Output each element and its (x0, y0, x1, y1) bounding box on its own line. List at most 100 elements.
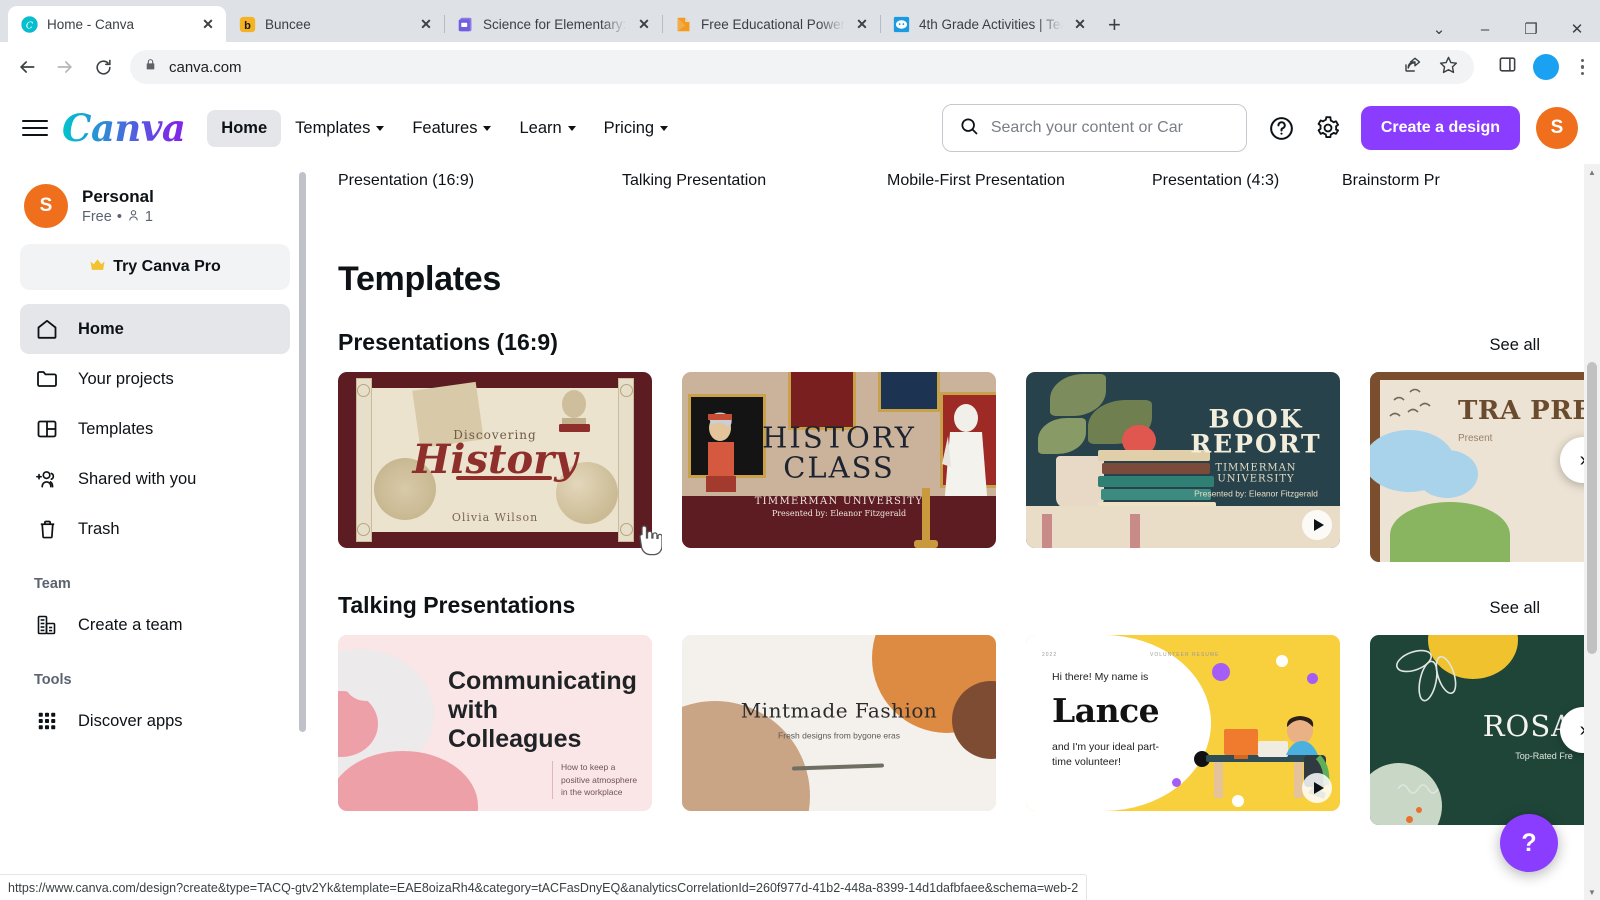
scroll-up-arrow[interactable]: ▲ (1584, 164, 1600, 180)
side-panel-icon[interactable] (1498, 55, 1517, 79)
sidebar-item-shared-with-you[interactable]: Shared with you (20, 454, 290, 504)
design-type-mobile-first-presentation[interactable]: Mobile-First Presentation (887, 172, 1152, 190)
account-summary[interactable]: S Personal Free • 1 (20, 172, 290, 244)
see-all-link[interactable]: See all (1490, 336, 1540, 355)
nav-pricing-label: Pricing (603, 118, 655, 137)
try-canva-pro-button[interactable]: Try Canva Pro (20, 244, 290, 290)
lock-icon (144, 57, 157, 77)
home-icon (34, 316, 60, 342)
sidebar: S Personal Free • 1 Try Canva Pro Home Y… (0, 164, 310, 900)
page-body: S Personal Free • 1 Try Canva Pro Home Y… (0, 164, 1600, 900)
template-card-communicating-with-colleagues[interactable]: Communicating with Colleagues How to kee… (338, 635, 652, 811)
scrollbar-thumb[interactable] (1587, 362, 1597, 654)
close-window-button[interactable]: ✕ (1554, 20, 1600, 38)
template-card-history-class[interactable]: HISTORY CLASS TIMMERMAN UNIVERSITY Prese… (682, 372, 996, 548)
close-tab-icon[interactable]: ✕ (200, 16, 216, 33)
browser-tab-3[interactable]: Free Educational PowerPo ✕ (662, 6, 881, 42)
create-a-design-button[interactable]: Create a design (1360, 106, 1520, 150)
three-dot-menu[interactable] (1575, 58, 1591, 76)
sidebar-item-label: Trash (78, 519, 120, 538)
sidebar-item-trash[interactable]: Trash (20, 504, 290, 554)
canva-header: Canva Home Templates Features Learn Pric… (0, 92, 1600, 164)
sidebar-item-label: Shared with you (78, 469, 197, 488)
template-title: History (412, 435, 578, 483)
question-circle-icon[interactable] (1265, 111, 1299, 145)
template-subtitle: TIMMERMAN UNIVERSITY (1215, 462, 1297, 485)
design-type-presentation-43[interactable]: Presentation (4:3) (1152, 172, 1342, 190)
template-card-discovering-history[interactable]: Discovering History Olivia Wilson (338, 372, 652, 548)
sidebar-scrollbar[interactable] (299, 172, 306, 732)
gear-icon[interactable] (1311, 111, 1345, 145)
section-title: Talking Presentations (338, 592, 576, 618)
profile-avatar[interactable] (1532, 54, 1559, 80)
template-tagline: and I'm your ideal part-time volunteer! (1052, 741, 1160, 769)
chevron-down-icon (483, 125, 492, 131)
forward-button[interactable] (48, 50, 82, 84)
see-all-link[interactable]: See all (1490, 599, 1540, 618)
design-type-talking-presentation[interactable]: Talking Presentation (622, 172, 887, 190)
nav-features[interactable]: Features (398, 110, 505, 147)
template-card-lance-volunteer-resume[interactable]: 2022 VOLUNTEER RESUME Hi there! My name … (1026, 635, 1340, 811)
video-play-icon[interactable] (1302, 773, 1332, 803)
avatar: S (24, 184, 68, 228)
browser-tab-0[interactable]: C Home - Canva ✕ (8, 6, 226, 42)
template-card-book-report[interactable]: BOOK REPORT TIMMERMAN UNIVERSITY Present… (1026, 372, 1340, 548)
video-play-icon[interactable] (1302, 510, 1332, 540)
browser-tab-2[interactable]: Science for Elementary: R ✕ (444, 6, 663, 42)
scroll-down-arrow[interactable]: ▼ (1584, 884, 1600, 900)
browser-toolbar: canva.com (0, 42, 1600, 92)
close-tab-icon[interactable]: ✕ (854, 16, 870, 33)
new-tab-button[interactable]: + (1108, 14, 1121, 36)
address-bar[interactable]: canva.com (130, 50, 1474, 84)
sidebar-item-discover-apps[interactable]: Discover apps (20, 696, 290, 746)
slides-icon (457, 16, 474, 33)
reload-button[interactable] (86, 50, 120, 84)
window-controls: ⌄ – ❐ ✕ (1416, 20, 1600, 42)
star-icon[interactable] (1439, 55, 1458, 79)
url-text: canva.com (169, 58, 242, 76)
minimize-button[interactable]: – (1462, 21, 1508, 38)
canva-logo[interactable]: Canva (62, 106, 186, 150)
sidebar-item-create-a-team[interactable]: Create a team (20, 600, 290, 650)
maximize-button[interactable]: ❐ (1508, 20, 1554, 38)
nav-home-label: Home (221, 118, 268, 137)
template-title: BOOK REPORT (1190, 404, 1322, 459)
tab-search-icon[interactable]: ⌄ (1416, 20, 1462, 38)
sidebar-item-your-projects[interactable]: Your projects (20, 354, 290, 404)
nav-home[interactable]: Home (207, 109, 282, 147)
person-icon (127, 209, 140, 226)
browser-tab-1[interactable]: b Buncee ✕ (226, 6, 445, 42)
page-scrollbar[interactable]: ▲ ▼ (1584, 164, 1600, 900)
search-input[interactable]: Search your content or Car (941, 104, 1247, 152)
sidebar-item-label: Create a team (78, 615, 183, 634)
nav-pricing[interactable]: Pricing (590, 110, 682, 147)
template-subtitle: TIMMERMAN UNIVERSITY (754, 496, 924, 507)
nav-features-label: Features (412, 118, 478, 137)
search-icon (959, 116, 979, 141)
user-avatar[interactable]: S (1536, 107, 1578, 149)
sidebar-item-templates[interactable]: Templates (20, 404, 290, 454)
design-type-brainstorm[interactable]: Brainstorm Pr (1342, 172, 1440, 190)
template-title: Mintmade Fashion (740, 698, 938, 723)
template-note: How to keep a positive atmosphere in the… (552, 760, 638, 799)
template-author: Olivia Wilson (451, 511, 539, 524)
help-button[interactable]: ? (1500, 814, 1558, 872)
canva-page: Canva Home Templates Features Learn Pric… (0, 92, 1600, 900)
design-type-presentation-169[interactable]: Presentation (16:9) (338, 172, 622, 190)
browser-tab-4[interactable]: 4th Grade Activities | Teac ✕ (880, 6, 1098, 42)
buncee-icon: b (239, 16, 256, 33)
close-tab-icon[interactable]: ✕ (418, 16, 434, 33)
crown-icon (89, 258, 106, 277)
nav-learn[interactable]: Learn (505, 110, 589, 147)
status-bar: https://www.canva.com/design?create&type… (0, 874, 1088, 900)
template-card-mintmade-fashion[interactable]: Mintmade Fashion Fresh designs from bygo… (682, 635, 996, 811)
nav-templates[interactable]: Templates (281, 110, 398, 147)
back-button[interactable] (10, 50, 44, 84)
page-title: Templates (338, 260, 501, 298)
hamburger-icon[interactable] (22, 120, 48, 136)
close-tab-icon[interactable]: ✕ (1072, 16, 1088, 33)
share-icon[interactable] (1403, 56, 1421, 79)
sidebar-item-home[interactable]: Home (20, 304, 290, 354)
template-thumbnail: Mintmade Fashion Fresh designs from bygo… (682, 635, 996, 811)
close-tab-icon[interactable]: ✕ (636, 16, 652, 33)
